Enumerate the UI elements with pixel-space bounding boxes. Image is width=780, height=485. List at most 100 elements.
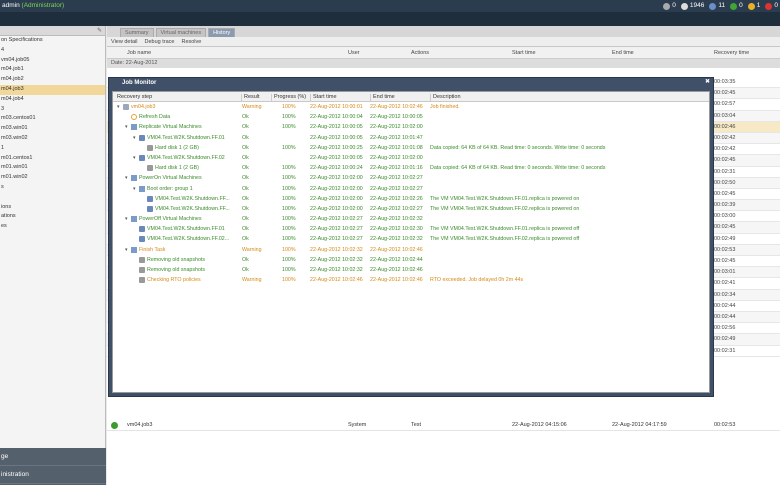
view-detail-button[interactable]: View detail	[111, 39, 138, 45]
tree-item[interactable]: ations	[0, 212, 105, 222]
tree-item[interactable]: m03.win02	[0, 134, 105, 144]
tree-item[interactable]: m01.win01	[0, 163, 105, 173]
column-header[interactable]: Recovery time	[714, 50, 749, 56]
step-res: Ok	[242, 124, 249, 131]
vm-icon	[147, 195, 153, 202]
step-prog: 100%	[282, 267, 296, 273]
step-step: VM04.Test.W2K.Shutdown.FF...	[155, 205, 230, 212]
nav-item[interactable]: ge	[0, 448, 106, 466]
tree-item[interactable]: m03.win01	[0, 124, 105, 134]
column-header[interactable]: Job name	[127, 50, 151, 56]
tree-item[interactable]: m03.centos01	[0, 114, 105, 124]
recovery-time: 00:02:46	[714, 123, 736, 130]
step-prog: 100%	[282, 256, 296, 263]
step-row[interactable]: Removing old snapshots Ok 100% 22-Aug-2012 …	[113, 255, 709, 265]
grid-header: Job name User Actions Start time End tim…	[107, 47, 780, 59]
step-row[interactable]: ▾ Boot order: group 1 Ok 100% 22-Aug-2012 10…	[113, 184, 709, 194]
step-res: Ok	[242, 205, 249, 212]
expand-toggle-icon[interactable]: ▾	[133, 135, 136, 141]
step-row[interactable]: ▾ VM04.Test.W2K.Shutdown.FF.02 Ok 22-Aug-20…	[113, 153, 709, 163]
step-row[interactable]: ▾ PowerOn Virtual Machines Ok 100% 22-Aug-20…	[113, 173, 709, 183]
column-header[interactable]: Result	[241, 94, 260, 102]
pin-icon[interactable]: ✎	[97, 27, 102, 34]
column-header[interactable]: Start time	[310, 94, 337, 102]
tab-virtual-machines[interactable]: Virtual machines	[155, 28, 207, 37]
tree-item[interactable]: on Specifications	[0, 36, 105, 46]
expand-toggle-icon[interactable]: ▾	[133, 155, 136, 161]
tree-item[interactable]: 3	[0, 105, 105, 115]
recovery-time: 00:02:41	[714, 280, 736, 287]
expand-toggle-icon[interactable]: ▾	[125, 175, 128, 181]
tree-item[interactable]: vm04.job05	[0, 56, 105, 66]
step-res: Ok	[242, 226, 249, 233]
dialog-body: Recovery step Result Progress (%) Start …	[112, 91, 710, 393]
expand-toggle-icon[interactable]: ▾	[125, 124, 128, 130]
expand-toggle-icon[interactable]: ▾	[117, 104, 120, 110]
recovery-time: 00:02:45	[714, 157, 736, 164]
stat-count: 0	[672, 2, 676, 9]
step-res: Ok	[242, 236, 249, 243]
tree-item[interactable]: 4	[0, 46, 105, 56]
resolve-button[interactable]: Resolve	[181, 39, 201, 45]
recovery-time: 00:02:42	[714, 134, 736, 141]
step-row[interactable]: Checking RTO policies Warning 100% 22-Aug-2…	[113, 275, 709, 285]
close-icon[interactable]: ✖	[705, 78, 710, 85]
table-row[interactable]: vm04.job3 System Test 22-Aug-2012 04:15:06 2…	[107, 420, 780, 431]
tree-item[interactable]: s	[0, 183, 105, 193]
step-start: 22-Aug-2012 10:02:32	[310, 246, 363, 253]
tree-item[interactable]: m04.job2	[0, 75, 105, 85]
step-row[interactable]: Refresh Data Ok 100% 22-Aug-2012 10:00:04 22…	[113, 112, 709, 122]
tree-item[interactable]: m01.win02	[0, 173, 105, 183]
tree-item[interactable]: m04.job1	[0, 65, 105, 75]
expand-toggle-icon[interactable]: ▾	[125, 216, 128, 222]
step-row[interactable]: VM04.Test.W2K.Shutdown.FF.01 Ok 100% 22-Aug…	[113, 224, 709, 234]
tree-item[interactable]: ions	[0, 203, 105, 213]
step-end: 22-Aug-2012 10:02:26	[370, 195, 423, 202]
recovery-time: 00:02:56	[714, 325, 736, 332]
column-header[interactable]: Recovery step	[115, 94, 152, 102]
group-row[interactable]: Date: 22-Aug-2012	[107, 59, 780, 68]
cell-end: 22-Aug-2012 04:17:59	[612, 422, 667, 428]
step-row[interactable]: ▾ VM04.Test.W2K.Shutdown.FF.01 Ok 22-Aug-20…	[113, 133, 709, 143]
column-header[interactable]: User	[348, 50, 360, 56]
column-header[interactable]: Progress (%)	[271, 94, 306, 102]
disk-icon	[139, 256, 145, 263]
step-end: 22-Aug-2012 10:02:32	[370, 216, 423, 223]
recovery-time: 00:02:44	[714, 302, 736, 309]
step-row[interactable]: VM04.Test.W2K.Shutdown.FF.02... Ok 100% 22-…	[113, 234, 709, 244]
step-row[interactable]: Hard disk 1 (2 GB) Ok 100% 22-Aug-2012 10:0…	[113, 163, 709, 173]
tree-item[interactable]: m01.centos1	[0, 154, 105, 164]
expand-toggle-icon[interactable]: ▾	[133, 186, 136, 192]
step-row[interactable]: ▾ Finish Task Warning 100% 22-Aug-2012 10:02…	[113, 245, 709, 255]
tree-item[interactable]: m04.job4	[0, 95, 105, 105]
tab-history[interactable]: History	[208, 28, 236, 37]
tree-item[interactable]: es	[0, 222, 105, 232]
server-icon	[680, 2, 688, 10]
step-row[interactable]: VM04.Test.W2K.Shutdown.FF... Ok 100% 22-Aug…	[113, 194, 709, 204]
step-row[interactable]: ▾ Replicate Virtual Machines Ok 100% 22-Aug-…	[113, 122, 709, 132]
recovery-time: 00:02:57	[714, 101, 736, 108]
step-row[interactable]: ▾ PowerOff Virtual Machines Ok 100% 22-Aug-2…	[113, 214, 709, 224]
expand-toggle-icon[interactable]: ▾	[125, 247, 128, 253]
step-step: Removing old snapshots	[147, 267, 206, 273]
column-header[interactable]: Actions	[411, 50, 429, 56]
tree-item[interactable]: m04.job3	[0, 84, 105, 95]
step-row[interactable]: Removing old snapshots Ok 100% 22-Aug-2012 …	[113, 265, 709, 275]
gear-icon	[663, 2, 671, 10]
user-info[interactable]: admin (Administrator)	[2, 0, 64, 12]
step-row[interactable]: ▾ vm04.job3 Warning 100% 22-Aug-2012 10:00:0…	[113, 102, 709, 112]
error-icon	[765, 2, 773, 10]
column-header[interactable]: End time	[370, 94, 395, 102]
debug-trace-button[interactable]: Debug trace	[145, 39, 175, 45]
tree-item[interactable]: 1	[0, 144, 105, 154]
step-row[interactable]: VM04.Test.W2K.Shutdown.FF... Ok 100% 22-Aug…	[113, 204, 709, 214]
column-header[interactable]: End time	[612, 50, 634, 56]
tree-item[interactable]	[0, 193, 105, 203]
nav-item[interactable]: inistration	[0, 466, 106, 484]
step-step: Finish Task	[139, 246, 166, 253]
column-header[interactable]: Start time	[512, 50, 536, 56]
disk-icon	[139, 277, 145, 284]
tab-summary[interactable]: Summary	[120, 28, 154, 37]
step-row[interactable]: Hard disk 1 (2 GB) Ok 100% 22-Aug-2012 10:0…	[113, 143, 709, 153]
column-header[interactable]: Description	[430, 94, 461, 102]
